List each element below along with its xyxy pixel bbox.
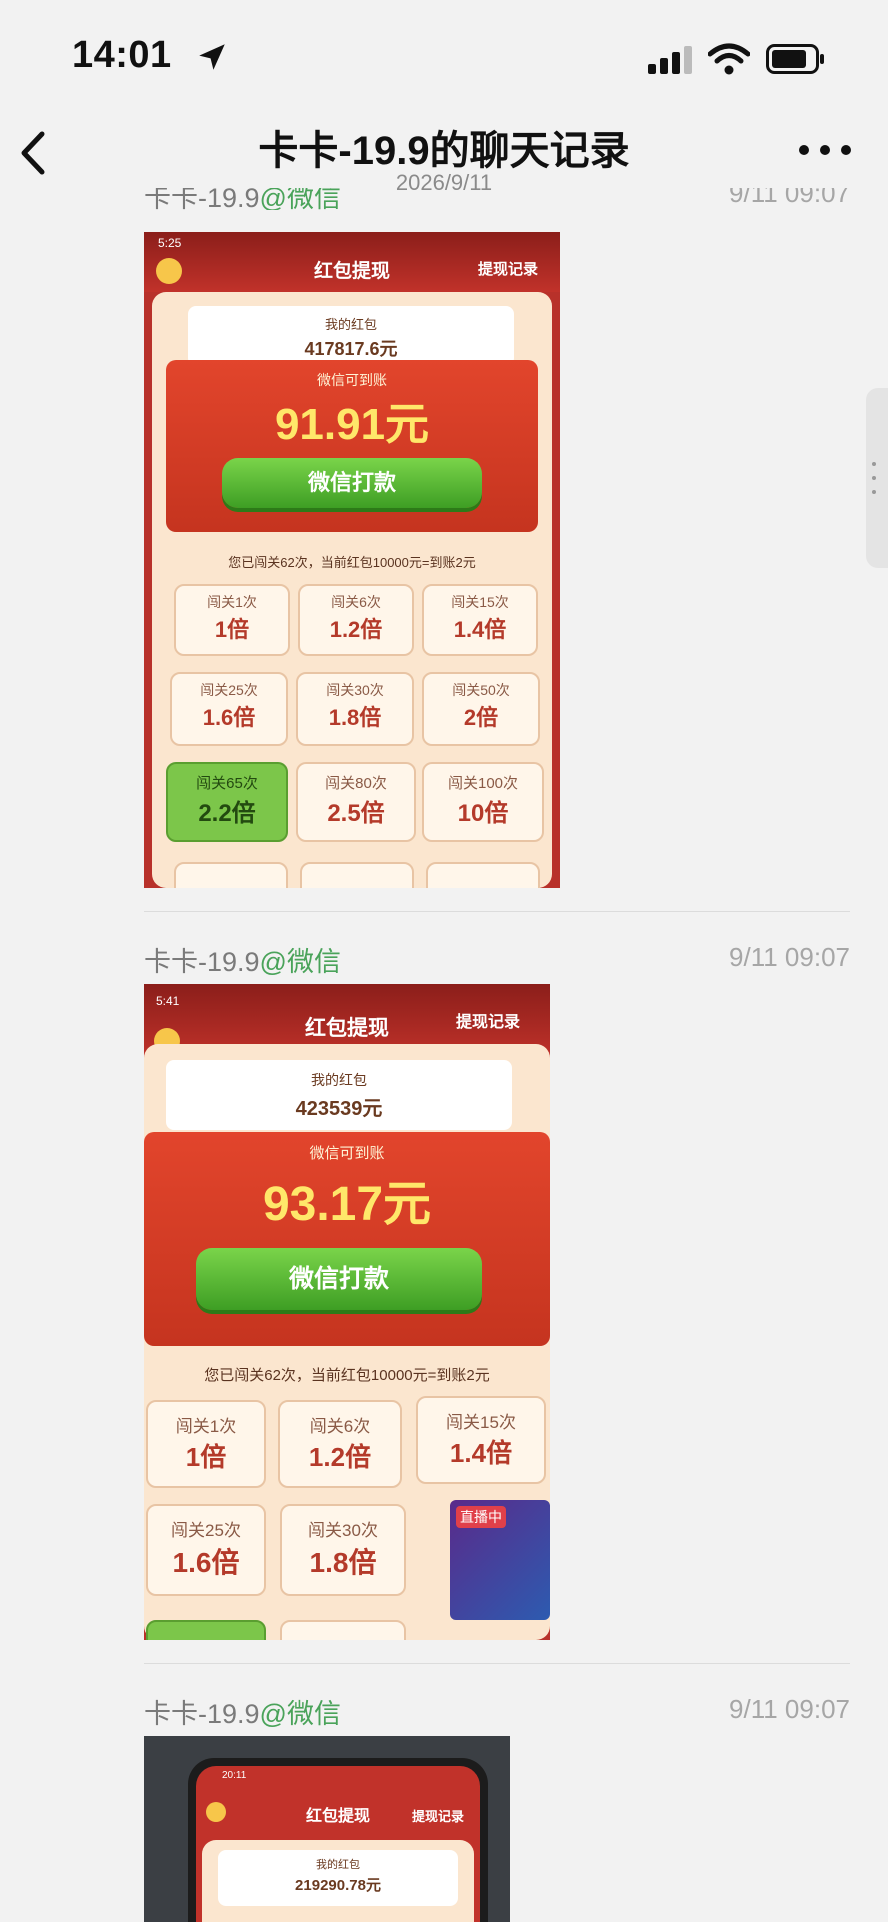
withdraw-panel: 我的红包 417817.6元 微信可到账 91.91元 微信打款 您已闯关62次…: [152, 292, 552, 888]
red-envelope: 微信可到账 91.91元 微信打款: [166, 360, 538, 532]
message-header-1: 卡卡-19.9@微信 9/11 09:07: [144, 188, 850, 210]
multiplier-tile-current: 闯关65次 2.2倍: [166, 762, 288, 842]
status-bar: 14:01: [0, 0, 888, 110]
withdraw-amount: 93.17元: [262, 1178, 432, 1231]
multiplier-tile: 闯关30次 1.8倍: [280, 1504, 406, 1596]
message-header-3: 卡卡-19.9@微信 9/11 09:07: [144, 1692, 850, 1732]
progress-note: 您已闯关62次，当前红包10000元=到账2元: [204, 1367, 490, 1384]
sender-name: 卡卡-19.9@微信: [144, 1699, 341, 1729]
wechat-receivable-label: 微信可到账: [317, 372, 387, 388]
more-options-icon[interactable]: [796, 140, 854, 160]
wallet-amount: 423539元: [295, 1098, 383, 1120]
multiplier-tile: 闯关15次 1.4倍: [416, 1396, 546, 1484]
side-drawer-handle[interactable]: [866, 388, 888, 568]
phone-clock: 5:25: [158, 236, 182, 250]
page-title: 卡卡-19.9的聊天记录: [258, 129, 630, 173]
multiplier-tile-cut: [280, 1620, 406, 1640]
wallet-label: 我的红包: [324, 317, 377, 332]
wechat-pay-button: 微信打款: [196, 1248, 482, 1310]
multiplier-tile: 闯关50次 2倍: [422, 672, 540, 746]
message-time: 9/11 09:07: [729, 188, 850, 208]
withdraw-panel: 我的红包 219290.78元: [202, 1840, 474, 1922]
battery-icon: [766, 44, 824, 74]
progress-note: 您已闯关62次，当前红包10000元=到账2元: [228, 555, 476, 570]
wallet-box: 我的红包 423539元: [166, 1060, 512, 1130]
multiplier-tile: 闯关1次 1倍: [146, 1400, 266, 1488]
live-badge: 直播中: [456, 1506, 506, 1528]
chat-image-3[interactable]: 20:11 红包提现 提现记录 我的红包 219290.78元: [144, 1736, 510, 1922]
withdraw-record-link: 提现记录: [455, 1014, 520, 1031]
status-time: 14:01: [72, 34, 172, 76]
multiplier-tile-cut: [300, 862, 414, 888]
message-time: 9/11 09:07: [729, 1694, 850, 1724]
message-header-2: 卡卡-19.9@微信 9/11 09:07: [144, 940, 850, 980]
drag-handle-icon: [872, 462, 876, 494]
wallet-amount: 417817.6元: [304, 339, 398, 359]
phone-clock: 20:11: [222, 1770, 247, 1781]
multiplier-tile: 闯关25次 1.6倍: [170, 672, 288, 746]
wallet-label: 我的红包: [311, 1072, 367, 1088]
wifi-icon: [708, 43, 750, 75]
app-topbar: 5:25 红包提现 提现记录: [144, 232, 560, 292]
multiplier-tile: 闯关25次 1.6倍: [146, 1504, 266, 1596]
message-divider: [144, 911, 850, 912]
wallet-box: 我的红包 417817.6元: [188, 306, 514, 366]
live-stream-thumbnail: 直播中: [450, 1500, 550, 1620]
withdraw-record-link: 提现记录: [411, 1809, 464, 1824]
multiplier-tile: 闯关15次 1.4倍: [422, 584, 538, 656]
sender-name: 卡卡-19.9@微信: [144, 947, 341, 977]
multiplier-tile: 闯关80次 2.5倍: [296, 762, 416, 842]
wallet-box: 我的红包 219290.78元: [218, 1850, 458, 1906]
multiplier-tile-cut: [426, 862, 540, 888]
multiplier-tile: 闯关6次 1.2倍: [298, 584, 414, 656]
wallet-amount: 219290.78元: [295, 1877, 381, 1894]
multiplier-tile: 闯关30次 1.8倍: [296, 672, 414, 746]
chat-image-1[interactable]: 5:25 红包提现 提现记录 我的红包 417817.6元 微信可到账 91.9…: [144, 232, 560, 888]
wechat-pay-button: 微信打款: [222, 458, 482, 508]
wallet-label: 我的红包: [316, 1859, 360, 1871]
withdraw-panel: 我的红包 423539元 微信可到账 93.17元 微信打款 您已闯关62次，当…: [144, 1044, 550, 1640]
red-envelope: 微信可到账 93.17元 微信打款: [144, 1132, 550, 1346]
chat-history-header: 卡卡-19.9的聊天记录 2026/9/11: [0, 110, 888, 200]
withdraw-record-link: 提现记录: [477, 261, 538, 278]
cellular-signal-icon: [648, 46, 692, 74]
location-arrow-icon: [199, 44, 225, 70]
sender-name: 卡卡-19.9@微信: [144, 188, 341, 210]
phone-clock: 5:41: [156, 994, 180, 1008]
wechat-receivable-label: 微信可到账: [309, 1145, 385, 1162]
message-time: 9/11 09:07: [729, 942, 850, 972]
multiplier-tile: 闯关100次 10倍: [422, 762, 544, 842]
phone-screen: 20:11 红包提现 提现记录 我的红包 219290.78元: [196, 1766, 480, 1922]
phone-frame: 20:11 红包提现 提现记录 我的红包 219290.78元: [188, 1758, 488, 1922]
multiplier-tile-cut: [174, 862, 288, 888]
withdraw-amount: 91.91元: [274, 400, 430, 449]
message-divider: [144, 1663, 850, 1664]
multiplier-tile-cut: [146, 1620, 266, 1640]
multiplier-tile: 闯关1次 1倍: [174, 584, 290, 656]
chat-image-2[interactable]: 5:41 红包提现 提现记录 我的红包 423539元 微信可到账 93.17元…: [144, 984, 550, 1640]
multiplier-tile: 闯关6次 1.2倍: [278, 1400, 402, 1488]
